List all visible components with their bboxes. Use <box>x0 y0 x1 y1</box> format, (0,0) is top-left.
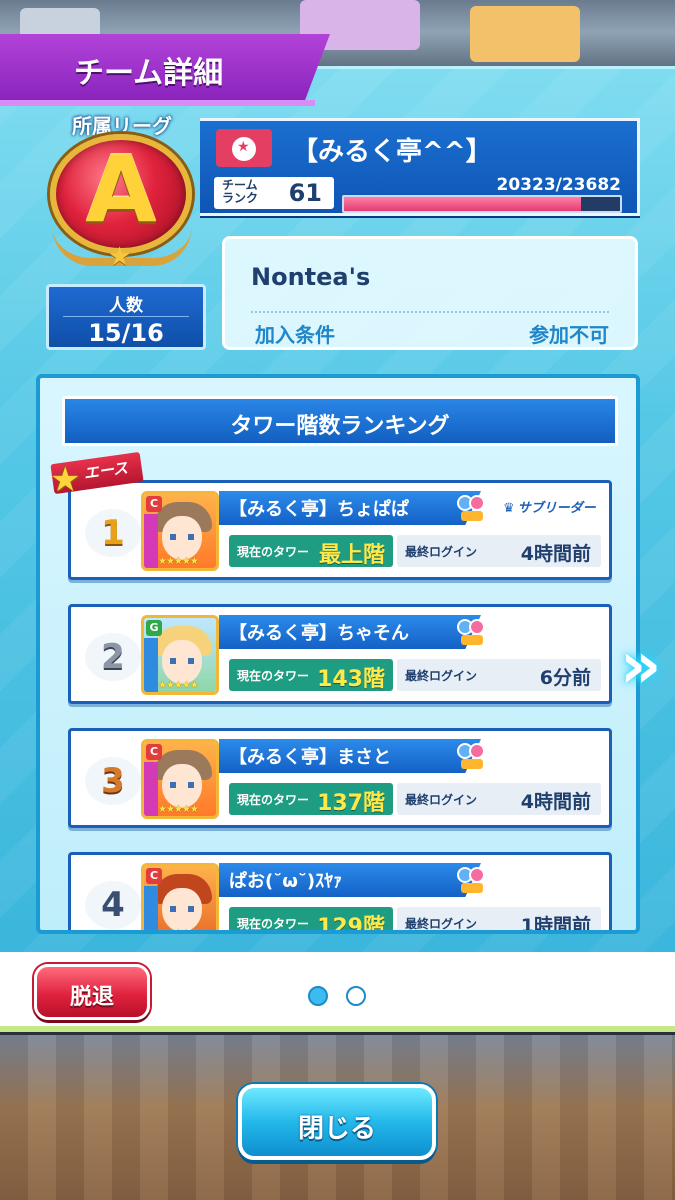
league-badge: 所属リーグ A ★ <box>44 110 200 272</box>
ranking-row[interactable]: 1 C ★★★★★ 【みるく亭】ちょぱぱ ♛ サブリーダー 現在のタワー 最上階 … <box>68 480 612 580</box>
current-tower-value: 最上階 <box>318 543 385 568</box>
ranking-row[interactable]: 4 C ★★★★★ ぱお(˘ω˘)ｽﾔｧ 現在のタワー 129階 最終ログイン … <box>68 852 612 934</box>
team-exp-bar <box>342 195 622 213</box>
close-button-label: 閉じる <box>297 1114 376 1144</box>
current-tower-value: 143階 <box>317 667 385 692</box>
friend-swap-icon[interactable] <box>455 741 489 771</box>
member-avatar[interactable]: G ★★★★★ <box>141 615 219 695</box>
last-login-value: 6分前 <box>539 667 591 689</box>
tower-ranking-title: タワー階数ランキング <box>230 414 450 439</box>
chevron-right-icon[interactable]: » <box>620 634 674 700</box>
member-name: 【みるく亭】ちょぱぱ <box>229 499 409 520</box>
current-tower: 現在のタワー 137階 <box>229 783 393 816</box>
team-description: Nontea's <box>251 263 371 291</box>
bear-face-icon: ★ <box>216 129 272 167</box>
last-login: 最終ログイン 4時間前 <box>397 535 601 567</box>
last-login-label: 最終ログイン <box>405 793 478 807</box>
close-button[interactable]: 閉じる <box>238 1084 436 1160</box>
join-condition-label: 加入条件 <box>255 323 335 347</box>
last-login-value: 4時間前 <box>520 543 591 565</box>
last-login-label: 最終ログイン <box>405 917 478 931</box>
leave-button-label: 脱退 <box>69 985 114 1010</box>
join-condition-value: 参加不可 <box>529 323 609 347</box>
last-login: 最終ログイン 1時間前 <box>397 907 601 934</box>
team-name: 【みるく亭^^】 <box>292 137 492 167</box>
team-header: ★ 【みるく亭^^】 チーム ランク 61 20323/23682 <box>200 118 640 216</box>
rarity-stars: ★★★★★ <box>158 680 199 691</box>
ranking-number: 2 <box>85 633 141 681</box>
last-login: 最終ログイン 6分前 <box>397 659 601 691</box>
title-tab: チーム詳細 <box>0 34 330 104</box>
member-avatar[interactable]: C ★★★★★ <box>141 863 219 934</box>
page-indicator-dot-active[interactable] <box>308 986 328 1006</box>
current-tower-label: 現在のタワー <box>237 793 310 807</box>
last-login-value: 4時間前 <box>520 791 591 813</box>
current-tower-value: 137階 <box>317 791 385 816</box>
star-icon: ★ <box>108 242 132 272</box>
crown-icon: ♛ <box>503 501 515 516</box>
current-tower-label: 現在のタワー <box>237 669 310 683</box>
team-exp-text: 20323/23682 <box>496 175 622 195</box>
team-rank-value: 61 <box>288 179 322 207</box>
friend-swap-icon[interactable] <box>455 865 489 895</box>
page-indicator-dot[interactable] <box>346 986 366 1006</box>
ranking-number: 4 <box>85 881 141 929</box>
page-title: チーム詳細 <box>74 56 224 91</box>
ranking-number: 1 <box>85 509 141 557</box>
member-avatar[interactable]: C ★★★★★ <box>141 739 219 819</box>
member-count-label: 人数 <box>109 296 143 316</box>
role-badge: ♛ サブリーダー <box>503 501 596 516</box>
last-login-label: 最終ログイン <box>405 669 478 683</box>
member-count-value: 15/16 <box>88 319 164 347</box>
rarity-stars: ★★★★★ <box>158 928 199 934</box>
current-tower: 現在のタワー 129階 <box>229 907 393 934</box>
ace-star-icon: ★ <box>50 460 81 500</box>
current-tower-label: 現在のタワー <box>237 917 310 931</box>
last-login-value: 1時間前 <box>520 915 591 934</box>
title-stripe <box>0 100 315 106</box>
card-rank-badge: C <box>146 868 162 884</box>
current-tower: 現在のタワー 143階 <box>229 659 393 692</box>
member-name: ぱお(˘ω˘)ｽﾔｧ <box>229 871 343 892</box>
current-tower: 現在のタワー 最上階 <box>229 535 393 568</box>
member-avatar[interactable]: C ★★★★★ <box>141 491 219 571</box>
member-name: 【みるく亭】まさと <box>229 747 391 768</box>
tower-ranking-header: タワー階数ランキング <box>62 396 618 446</box>
card-rank-badge: C <box>146 744 162 760</box>
card-rank-badge: C <box>146 496 162 512</box>
ranking-row[interactable]: 3 C ★★★★★ 【みるく亭】まさと 現在のタワー 137階 最終ログイン 4… <box>68 728 612 828</box>
team-rank-box: チーム ランク 61 <box>214 177 334 209</box>
ranking-row[interactable]: 2 G ★★★★★ 【みるく亭】ちゃそん 現在のタワー 143階 最終ログイン … <box>68 604 612 704</box>
current-tower-value: 129階 <box>317 915 385 934</box>
current-tower-label: 現在のタワー <box>237 545 310 559</box>
member-name: 【みるく亭】ちゃそん <box>229 623 409 644</box>
team-exp-fill <box>344 197 581 211</box>
last-login: 最終ログイン 4時間前 <box>397 783 601 815</box>
team-description-card: Nontea's 加入条件 参加不可 <box>222 236 638 350</box>
last-login-label: 最終ログイン <box>405 545 478 559</box>
card-rank-badge: G <box>146 620 162 636</box>
leave-button[interactable]: 脱退 <box>34 964 150 1020</box>
friend-swap-icon[interactable] <box>455 493 489 523</box>
team-rank-label: チーム ランク <box>222 178 259 205</box>
friend-swap-icon[interactable] <box>455 617 489 647</box>
rarity-stars: ★★★★★ <box>158 556 199 567</box>
member-count-box: 人数 15/16 <box>46 284 206 350</box>
footer-bar: 脱退 <box>0 952 675 1032</box>
ranking-number: 3 <box>85 757 141 805</box>
ace-label: エース <box>82 458 130 483</box>
rarity-stars: ★★★★★ <box>158 804 199 815</box>
